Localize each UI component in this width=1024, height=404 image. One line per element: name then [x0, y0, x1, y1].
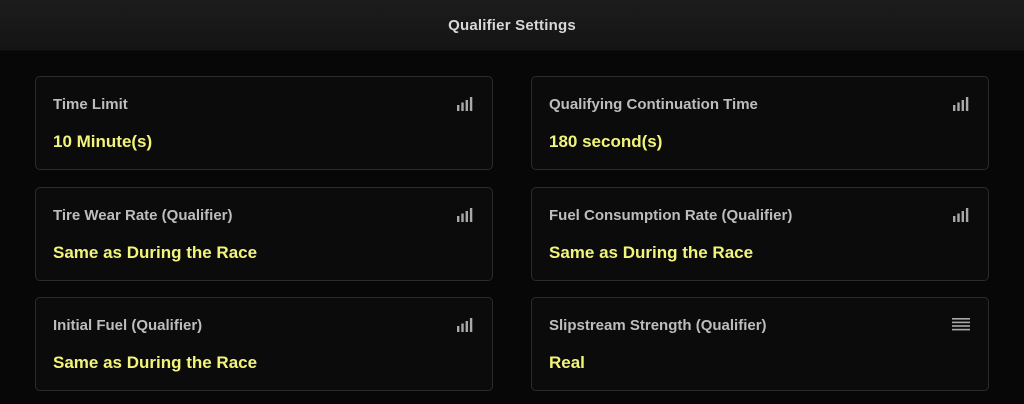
setting-label: Fuel Consumption Rate (Qualifier): [549, 207, 793, 224]
setting-label: Time Limit: [53, 96, 128, 113]
signal-bars-icon: [953, 208, 969, 222]
setting-tire-wear-rate[interactable]: Tire Wear Rate (Qualifier) Same as Durin…: [35, 187, 493, 281]
setting-label: Qualifying Continuation Time: [549, 96, 758, 113]
setting-initial-fuel[interactable]: Initial Fuel (Qualifier) Same as During …: [35, 297, 493, 391]
setting-label: Slipstream Strength (Qualifier): [549, 317, 767, 334]
setting-slipstream-strength[interactable]: Slipstream Strength (Qualifier) Real: [531, 297, 989, 391]
signal-bars-icon: [457, 318, 473, 332]
setting-value: 180 second(s): [549, 132, 663, 151]
page-title: Qualifier Settings: [448, 17, 576, 34]
signal-bars-icon: [457, 208, 473, 222]
header-bar: Qualifier Settings: [0, 0, 1024, 51]
setting-label: Tire Wear Rate (Qualifier): [53, 207, 233, 224]
setting-value: Same as During the Race: [549, 243, 754, 262]
signal-bars-icon: [457, 97, 473, 111]
setting-value: Same as During the Race: [53, 353, 258, 372]
setting-time-limit[interactable]: Time Limit 10 Minute(s): [35, 76, 493, 170]
setting-value: Same as During the Race: [53, 243, 258, 262]
setting-label: Initial Fuel (Qualifier): [53, 317, 203, 334]
setting-qualifying-continuation-time[interactable]: Qualifying Continuation Time 180 second(…: [531, 76, 989, 170]
list-icon: [952, 318, 970, 331]
setting-value: Real: [549, 353, 585, 372]
setting-value: 10 Minute(s): [53, 132, 153, 151]
setting-fuel-consumption-rate[interactable]: Fuel Consumption Rate (Qualifier) Same a…: [531, 187, 989, 281]
signal-bars-icon: [953, 97, 969, 111]
